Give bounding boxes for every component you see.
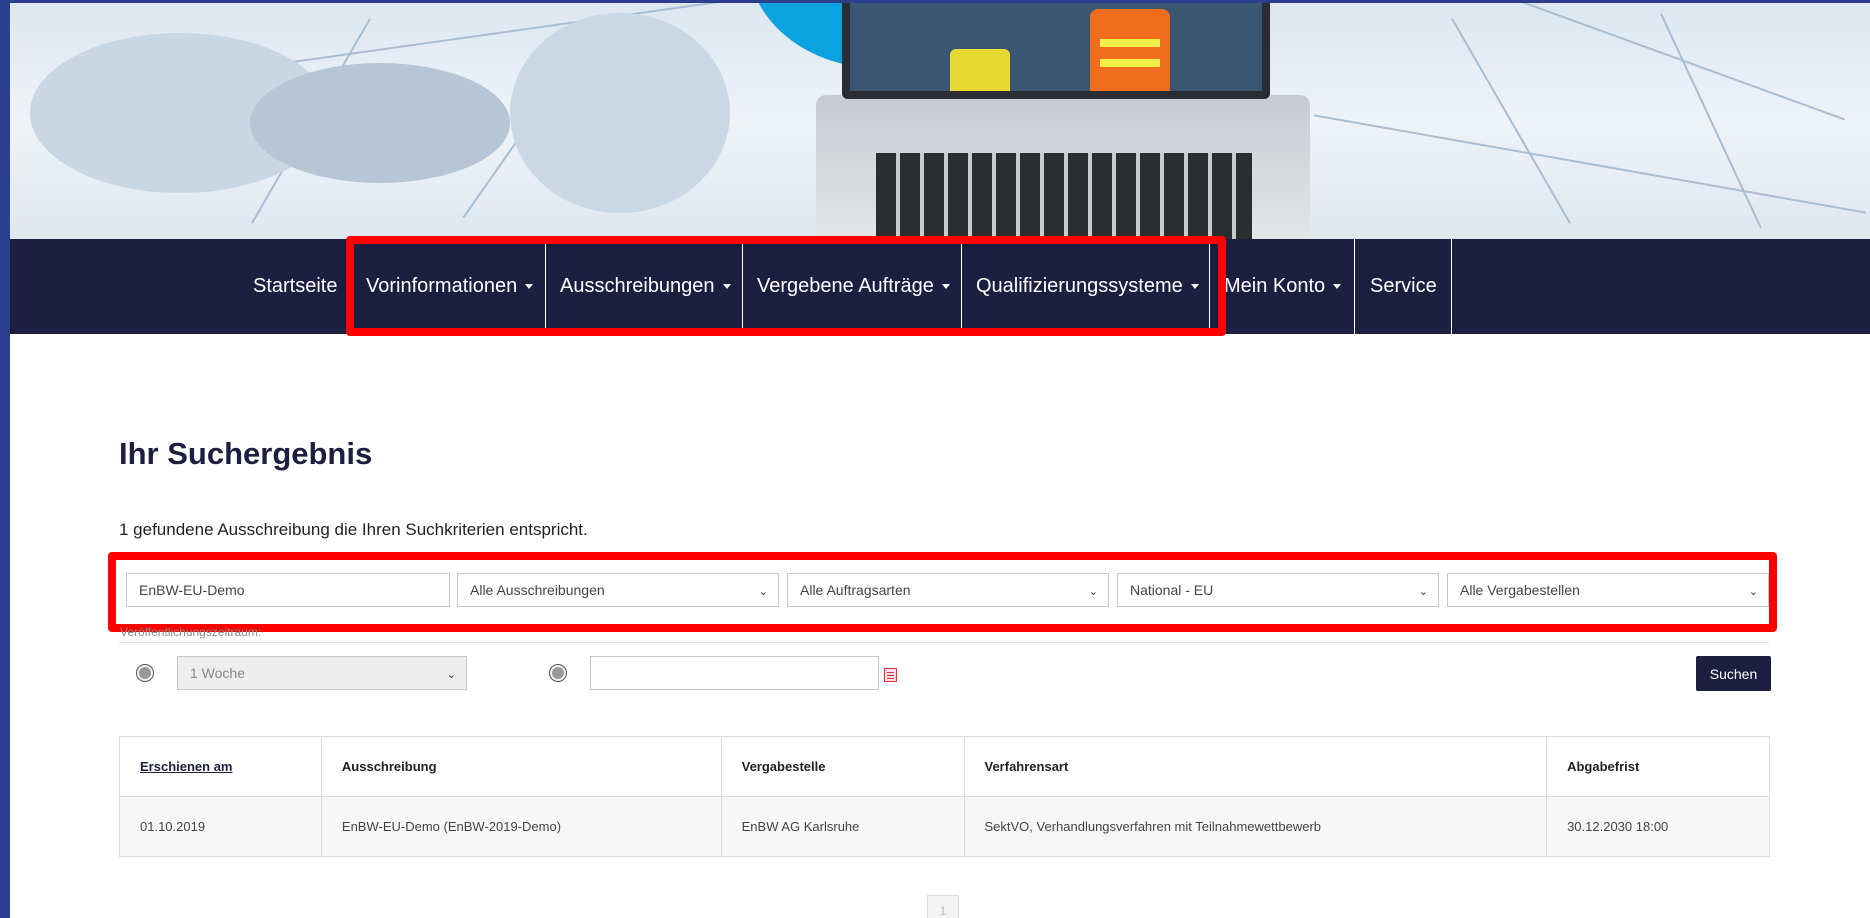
nav-ausschreibungen-label: Ausschreibungen <box>560 275 715 297</box>
auftragsarten-select[interactable]: Alle Auftragsarten ⌄ <box>787 573 1109 607</box>
chevron-down-icon: ⌄ <box>446 669 456 681</box>
ausschreibungen-select[interactable]: Alle Ausschreibungen ⌄ <box>457 573 779 607</box>
search-input[interactable]: EnBW-EU-Demo <box>126 573 450 607</box>
region-select-value: National - EU <box>1130 582 1214 598</box>
nav-ausschreibungen[interactable]: Ausschreibungen <box>560 239 731 334</box>
header-banner-image <box>10 3 1870 239</box>
page-title: Ihr Suchergebnis <box>119 436 373 471</box>
nav-startseite[interactable]: Startseite <box>253 239 337 334</box>
vergabestellen-select[interactable]: Alle Vergabestellen ⌄ <box>1447 573 1769 607</box>
search-button[interactable]: Suchen <box>1696 656 1771 691</box>
table-header-row: Erschienen am Ausschreibung Vergabestell… <box>119 736 1770 797</box>
col-header-vergabestelle: Vergabestelle <box>720 736 965 797</box>
cell-vergabestelle: EnBW AG Karlsruhe <box>720 796 965 857</box>
nav-mein-konto-label: Mein Konto <box>1224 275 1326 297</box>
caret-down-icon <box>1333 284 1342 289</box>
ausschreibungen-select-value: Alle Ausschreibungen <box>470 582 605 598</box>
cell-abgabefrist: 30.12.2030 18:00 <box>1546 796 1770 857</box>
period-radio[interactable] <box>136 664 154 682</box>
caret-down-icon <box>722 284 731 289</box>
caret-down-icon <box>1190 284 1199 289</box>
search-input-value: EnBW-EU-Demo <box>139 582 245 598</box>
result-count-text: 1 gefundene Ausschreibung die Ihren Such… <box>119 520 588 539</box>
auftragsarten-select-value: Alle Auftragsarten <box>800 582 911 598</box>
nav-qualifizierungssysteme[interactable]: Qualifizierungssysteme <box>976 239 1199 334</box>
nav-service[interactable]: Service <box>1370 239 1437 334</box>
nav-startseite-label: Startseite <box>253 275 338 297</box>
cell-erschienen-am: 01.10.2019 <box>119 796 322 857</box>
vergabestellen-select-value: Alle Vergabestellen <box>1460 582 1580 598</box>
date-input[interactable] <box>590 656 879 690</box>
cell-ausschreibung[interactable]: EnBW-EU-Demo (EnBW-2019-Demo) <box>320 796 722 857</box>
nav-vergebene-auftraege-label: Vergebene Aufträge <box>757 275 934 297</box>
caret-down-icon <box>941 284 950 289</box>
col-header-erschienen-am[interactable]: Erschienen am <box>119 736 322 797</box>
col-header-abgabefrist: Abgabefrist <box>1546 736 1770 797</box>
chevron-down-icon: ⌄ <box>1748 586 1758 598</box>
period-select-value: 1 Woche <box>190 665 245 681</box>
period-label: Veröffentlichungszeitraum: <box>120 625 262 639</box>
divider <box>119 642 1769 643</box>
col-header-verfahrensart: Verfahrensart <box>963 736 1548 797</box>
col-header-ausschreibung: Ausschreibung <box>320 736 722 797</box>
results-table: Erschienen am Ausschreibung Vergabestell… <box>119 736 1770 857</box>
nav-qualifizierungssysteme-label: Qualifizierungssysteme <box>976 275 1183 297</box>
cell-verfahrensart: SektVO, Verhandlungsverfahren mit Teilna… <box>963 796 1548 857</box>
chevron-down-icon: ⌄ <box>758 586 768 598</box>
page: Startseite Vorinformationen Ausschreibun… <box>10 3 1870 918</box>
nav-vergebene-auftraege[interactable]: Vergebene Aufträge <box>757 239 950 334</box>
chevron-down-icon: ⌄ <box>1088 586 1098 598</box>
search-button-label: Suchen <box>1709 665 1758 682</box>
chevron-down-icon: ⌄ <box>1418 586 1428 598</box>
nav-vorinformationen-label: Vorinformationen <box>366 275 518 297</box>
calendar-icon[interactable] <box>884 668 897 682</box>
main-nav: Startseite Vorinformationen Ausschreibun… <box>10 239 1870 334</box>
nav-mein-konto[interactable]: Mein Konto <box>1224 239 1342 334</box>
pagination-page-button[interactable]: 1 <box>927 895 959 918</box>
region-select[interactable]: National - EU ⌄ <box>1117 573 1439 607</box>
nav-service-label: Service <box>1370 275 1437 297</box>
date-radio[interactable] <box>549 664 567 682</box>
nav-vorinformationen[interactable]: Vorinformationen <box>366 239 534 334</box>
caret-down-icon <box>525 284 534 289</box>
period-select[interactable]: 1 Woche ⌄ <box>177 656 467 690</box>
table-row[interactable]: 01.10.2019 EnBW-EU-Demo (EnBW-2019-Demo)… <box>119 796 1770 857</box>
